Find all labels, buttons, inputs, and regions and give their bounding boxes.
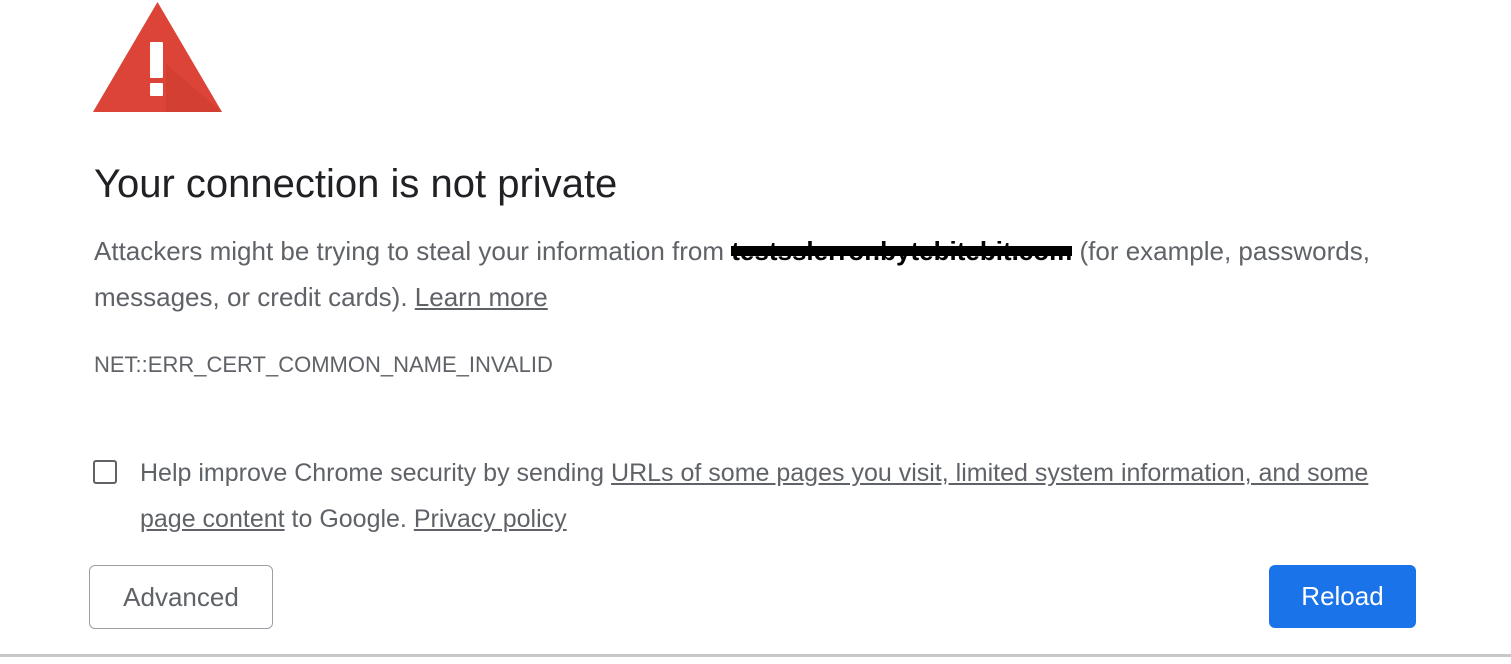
redacted-hostname: testsslerror.bytebitebit.com bbox=[731, 228, 1073, 274]
improve-security-checkbox[interactable] bbox=[93, 460, 117, 484]
opt-in-text-middle: to Google. bbox=[284, 505, 414, 533]
opt-in-text-start: Help improve Chrome security by sending bbox=[140, 459, 612, 487]
learn-more-link[interactable]: Learn more bbox=[415, 282, 548, 312]
privacy-policy-link[interactable]: Privacy policy bbox=[414, 505, 567, 533]
page-title: Your connection is not private bbox=[94, 162, 618, 206]
reload-button[interactable]: Reload bbox=[1269, 565, 1416, 628]
bottom-divider bbox=[0, 654, 1511, 657]
explanation-text-start: Attackers might be trying to steal your … bbox=[94, 236, 732, 266]
warning-triangle-icon bbox=[93, 2, 222, 112]
advanced-button[interactable]: Advanced bbox=[89, 565, 273, 629]
opt-in-text: Help improve Chrome security by sending … bbox=[140, 450, 1400, 542]
ssl-interstitial-page: Your connection is not private Attackers… bbox=[0, 0, 1511, 664]
error-code: NET::ERR_CERT_COMMON_NAME_INVALID bbox=[94, 352, 553, 377]
explanation-paragraph: Attackers might be trying to steal your … bbox=[94, 228, 1394, 320]
